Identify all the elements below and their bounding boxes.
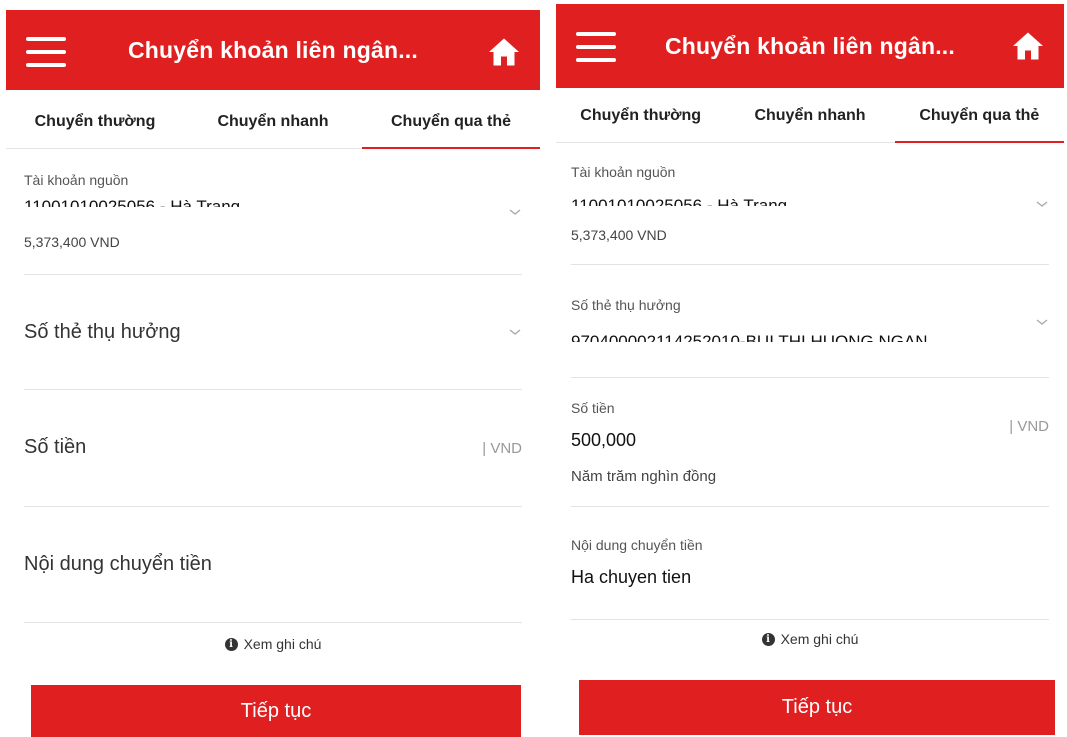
- view-note-label: Xem ghi chú: [243, 636, 322, 652]
- source-account-number: 11001010025056 - Hà Trang: [24, 198, 240, 207]
- view-note-label: Xem ghi chú: [780, 631, 859, 647]
- transfer-content-placeholder: Nội dung chuyển tiền: [24, 553, 212, 575]
- transfer-form-filled-screen: Chuyển khoản liên ngân... Chuyển thường …: [556, 0, 1064, 737]
- transfer-form-empty-screen: Chuyển khoản liên ngân... Chuyển thường …: [6, 0, 540, 737]
- page-title: Chuyển khoản liên ngân...: [665, 32, 955, 59]
- tab-chuyen-thuong[interactable]: Chuyển thường: [6, 96, 184, 148]
- currency-unit: | VND: [482, 440, 522, 457]
- beneficiary-card-select[interactable]: Số thẻ thụ hưởng 970400002114252010-BUI …: [571, 265, 1049, 378]
- transfer-content-input[interactable]: Nội dung chuyển tiền: [24, 507, 522, 623]
- beneficiary-card-select[interactable]: Số thẻ thụ hưởng: [24, 275, 522, 390]
- beneficiary-card-placeholder: Số thẻ thụ hưởng: [24, 321, 181, 343]
- source-account-select[interactable]: Tài khoản nguồn 11001010025056 - Hà Tran…: [571, 152, 1049, 265]
- source-account-number: 11001010025056 - Hà Trang: [571, 197, 787, 206]
- source-account-select[interactable]: Tài khoản nguồn 11001010025056 - Hà Tran…: [24, 160, 522, 275]
- chevron-down-icon[interactable]: [508, 327, 522, 337]
- chevron-down-icon[interactable]: [508, 207, 522, 217]
- continue-button[interactable]: Tiếp tục: [31, 685, 521, 737]
- beneficiary-card-label: Số thẻ thụ hưởng: [571, 297, 681, 313]
- tab-chuyen-thuong[interactable]: Chuyển thường: [556, 90, 725, 142]
- source-account-balance: 5,373,400 VND: [571, 227, 667, 243]
- amount-label: Số tiền: [571, 400, 615, 416]
- info-circle-icon: i: [761, 632, 775, 646]
- source-account-label: Tài khoản nguồn: [24, 172, 129, 188]
- chevron-down-icon[interactable]: [1035, 199, 1049, 209]
- chevron-down-icon[interactable]: [1035, 317, 1049, 327]
- tab-chuyen-qua-the[interactable]: Chuyển qua thẻ: [894, 90, 1064, 143]
- home-icon[interactable]: [486, 34, 522, 70]
- continue-button[interactable]: Tiếp tục: [579, 680, 1055, 735]
- home-icon[interactable]: [1010, 28, 1046, 64]
- transfer-type-tabs: Chuyển thường Chuyển nhanh Chuyển qua th…: [6, 96, 540, 149]
- transfer-content-input[interactable]: Nội dung chuyển tiền Ha chuyen tien: [571, 507, 1049, 620]
- amount-placeholder: Số tiền: [24, 436, 87, 458]
- tab-chuyen-nhanh[interactable]: Chuyển nhanh: [184, 96, 362, 148]
- transfer-content-label: Nội dung chuyển tiền: [571, 537, 703, 553]
- amount-in-words: Năm trăm nghìn đồng: [571, 468, 717, 485]
- currency-unit: | VND: [1009, 418, 1049, 435]
- transfer-type-tabs: Chuyển thường Chuyển nhanh Chuyển qua th…: [556, 90, 1064, 143]
- app-header: Chuyển khoản liên ngân...: [556, 4, 1064, 88]
- info-circle-icon: i: [224, 637, 238, 651]
- source-account-label: Tài khoản nguồn: [571, 164, 676, 180]
- beneficiary-card-number: 970400002114252010-BUI THI HUONG NGAN: [571, 333, 928, 342]
- tab-chuyen-qua-the[interactable]: Chuyển qua thẻ: [362, 96, 540, 149]
- page-title: Chuyển khoản liên ngân...: [128, 36, 418, 63]
- tab-chuyen-nhanh[interactable]: Chuyển nhanh: [725, 90, 894, 142]
- transfer-content-value: Ha chuyen tien: [571, 567, 692, 587]
- view-note-link[interactable]: i Xem ghi chú: [556, 629, 1064, 649]
- app-header: Chuyển khoản liên ngân...: [6, 10, 540, 90]
- amount-value: 500,000: [571, 430, 637, 450]
- amount-input[interactable]: Số tiền | VND: [24, 390, 522, 507]
- amount-input[interactable]: Số tiền 500,000 Năm trăm nghìn đồng | VN…: [571, 378, 1049, 507]
- view-note-link[interactable]: i Xem ghi chú: [6, 634, 540, 654]
- source-account-balance: 5,373,400 VND: [24, 234, 120, 250]
